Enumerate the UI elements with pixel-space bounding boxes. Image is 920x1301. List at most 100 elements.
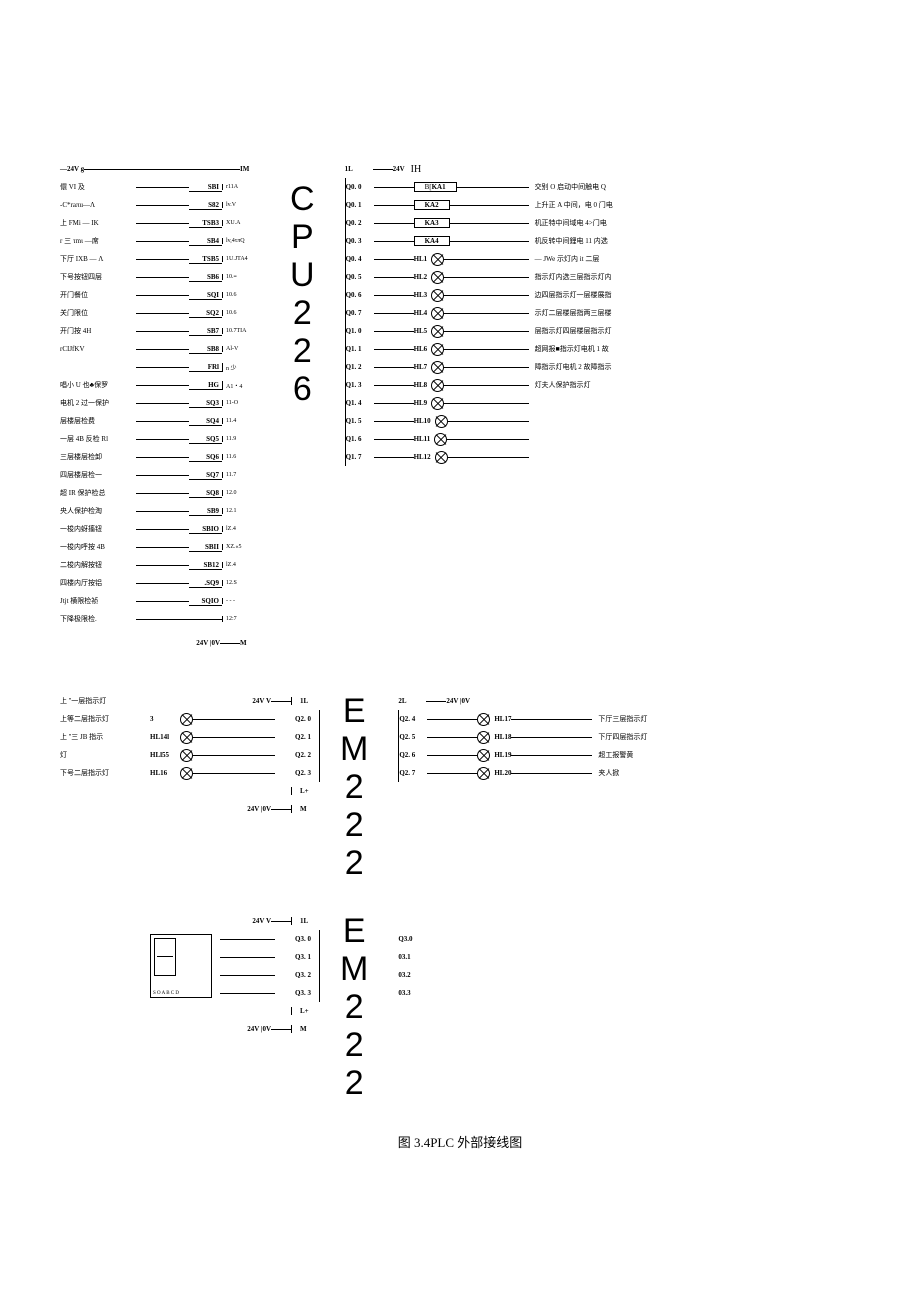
- terminal-ref: HG: [189, 381, 222, 390]
- terminal-ref: FRl: [189, 363, 222, 372]
- em-desc: 灯: [60, 746, 150, 764]
- output-addr: Q1. 6: [346, 435, 374, 443]
- cpu-output-row: Q0. 3KA4机反转中间鋰电 11 内选: [346, 232, 645, 250]
- cpu-output-row: Q1. 1HL6超网报■指示灯电机 1 故: [346, 340, 645, 358]
- port-addr: lv,4τπQ: [222, 238, 260, 244]
- lamp-ref: HL19: [494, 751, 511, 759]
- output-desc: 机正特中间域电 4>门电: [535, 218, 645, 228]
- cpu-right: 1L 24V IH Q0. 0B[KA1交别 O 启动中间触电 QQ0. 1KA…: [345, 160, 645, 466]
- lamp-ref: HLl55: [150, 751, 180, 759]
- output-desc: 超工报警黄: [598, 750, 678, 760]
- cpu-output-row: Q0. 2KA3机正特中间域电 4>门电: [346, 214, 645, 232]
- lamp-ref: HL8: [414, 381, 428, 389]
- lamp-ref: HL17: [494, 715, 511, 723]
- em2-right-row: 03.1: [398, 948, 498, 966]
- lamp-ref: HL7: [414, 363, 428, 371]
- lamp-ref: HL14l: [150, 733, 180, 741]
- lamp-ref: HL11: [414, 435, 431, 443]
- em-right-row: Q2. 5HL18下厅四层指示灯: [399, 728, 678, 746]
- port-addr: XZ.«5: [222, 544, 260, 550]
- output-desc: 示灯二层楼层指两三层楼: [535, 308, 645, 318]
- port-addr: XU.A: [222, 220, 260, 226]
- output-desc: 障指示灯电机 2 故障指示: [535, 362, 645, 372]
- output-addr: Q1. 5: [346, 417, 374, 425]
- ih-label: IH: [411, 164, 422, 175]
- lamp-ref: HL3: [414, 291, 428, 299]
- port-addr: lv.V: [222, 202, 260, 208]
- output-addr: Q0. 7: [346, 309, 374, 317]
- relay-coil: B[KA1: [414, 182, 457, 192]
- port-addr: 1U.JTA4: [222, 256, 260, 262]
- figure-caption: 图 3.4PLC 外部接线图: [60, 1132, 860, 1151]
- lamp-icon: [431, 397, 444, 410]
- col-label: 1L: [291, 697, 320, 705]
- terminal-ref: SB7: [189, 327, 222, 336]
- cpu-input-row: 上 FMi — IKTSB3XU.A: [60, 214, 260, 232]
- lamp-icon: [477, 713, 490, 726]
- input-desc: 下厅 IXB — Λ: [60, 254, 136, 264]
- col-1l: 1L: [345, 165, 373, 173]
- input-desc: 唱小 U 也♣保罗: [60, 380, 136, 390]
- cpu-input-row: r 三 τmι —席SB4lv,4τπQ: [60, 232, 260, 250]
- lamp-icon: [431, 307, 444, 320]
- input-desc: Jtjt 横限检祯: [60, 596, 136, 606]
- input-desc: 儇 VI 及: [60, 182, 136, 192]
- port-addr: 12.0: [222, 490, 260, 496]
- cpu-input-row: 儇 VI 及SBIr11A: [60, 178, 260, 196]
- cpu-input-row: 下号按钮四层SB610.≡: [60, 268, 260, 286]
- port-addr: 10.≡: [222, 274, 260, 280]
- cpu-input-row: 开门餐位SQI10.6: [60, 286, 260, 304]
- port-addr: 11.9: [222, 436, 260, 442]
- output-addr: Q3. 3: [275, 989, 319, 997]
- lamp-ref: HL4: [414, 309, 428, 317]
- output-addr: Q2. 7: [399, 769, 427, 777]
- cpu-output-row: Q0. 7 HL4 示灯二层楼层指两三层楼: [346, 304, 645, 322]
- power-label: 24V |0V: [247, 805, 271, 813]
- cpu-input-row: 一梭内蚜搐钮SBIOlZ.4: [60, 520, 260, 538]
- em2-right-row: 03.3: [398, 984, 498, 1002]
- lamp-ref: 3: [150, 715, 180, 723]
- cpu-output-row: Q0. 5HL2指示灯内选三层指示灯内: [346, 268, 645, 286]
- cpu-input-row: 下降极限检.12:7: [60, 610, 260, 628]
- em-right-row: Q2. 6HL19超工报警黄: [399, 746, 678, 764]
- output-desc: 下厅四层指示灯: [598, 732, 678, 742]
- port-addr: 11.7: [222, 472, 260, 478]
- output-addr: Q2. 2: [275, 751, 319, 759]
- cpu-output-row: Q1. 6 HL11: [346, 430, 645, 448]
- terminal-ref: SQI: [189, 291, 222, 300]
- text: 灯: [60, 750, 67, 760]
- output-addr: 03.3: [398, 989, 410, 997]
- input-desc: 下号按钮四层: [60, 272, 136, 282]
- relay-coil: KA2: [414, 200, 450, 210]
- em-left-row: HL14lQ2. 1: [150, 728, 319, 746]
- em-desc: 下号二层指示灯: [60, 764, 150, 782]
- seven-seg-display: S O A B C D: [150, 934, 212, 998]
- terminal-ref: TSB3: [189, 219, 222, 228]
- cpu-section: —24V gIM 儇 VI 及SBIr11A-C*raπu—ΛS82lv.V上 …: [60, 160, 860, 652]
- power-label: 24V |0V: [247, 1025, 271, 1033]
- lamp-ref: HL10: [414, 417, 431, 425]
- port-addr: r11A: [222, 184, 260, 190]
- terminal-ref: SB12: [189, 561, 222, 570]
- em222-1-section: 上 ''一层指示灯上等二层指示灯上 ''三 JB 指示灯下号二层指示灯 24V …: [60, 692, 860, 882]
- lamp-icon: [180, 731, 193, 744]
- em-right-row: Q2. 7HL20夹人掀: [399, 764, 678, 782]
- lamp-icon: [435, 451, 448, 464]
- input-desc: 电机 2 过一保护: [60, 398, 136, 408]
- cpu-input-row: 央人保护检淘SB912.1: [60, 502, 260, 520]
- em222-1-block-name: EM222: [340, 692, 368, 882]
- em-left-row: 3Q2. 0: [150, 710, 319, 728]
- output-desc: 指示灯内选三层指示灯内: [535, 272, 645, 282]
- lamp-icon: [477, 767, 490, 780]
- lamp-icon: [431, 271, 444, 284]
- terminal-ref: SQ6: [189, 453, 222, 462]
- text: 上等二层指示灯: [60, 714, 109, 724]
- cpu-output-row: Q0. 0B[KA1交别 O 启动中间触电 Q: [346, 178, 645, 196]
- terminal-ref: [189, 619, 222, 620]
- cpu-input-row: FRln 少: [60, 358, 260, 376]
- port-addr: 10.7TIA: [222, 328, 260, 334]
- power-label: 24V V: [252, 697, 271, 705]
- m-label: M: [291, 805, 320, 813]
- lamp-ref: HL1: [414, 255, 428, 263]
- cpu-block-name: CPU226: [290, 180, 315, 408]
